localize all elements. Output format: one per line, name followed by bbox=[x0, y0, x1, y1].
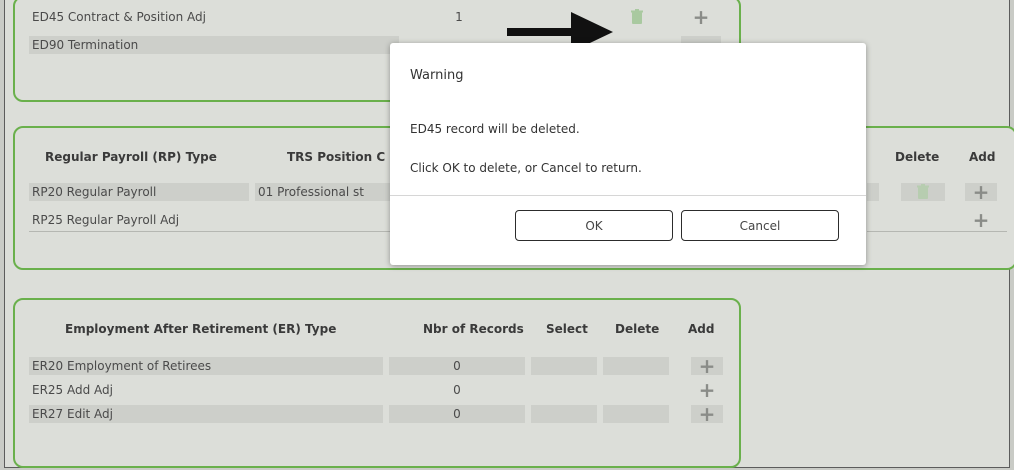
er20-type-cell: ER20 Employment of Retirees bbox=[29, 357, 383, 375]
er20-records: 0 bbox=[453, 359, 461, 373]
er20-records-cell: 0 bbox=[389, 357, 525, 375]
cancel-button[interactable]: Cancel bbox=[681, 210, 839, 241]
rp20-records-cell bbox=[867, 183, 879, 201]
er-records-header: Nbr of Records bbox=[423, 322, 524, 336]
ed45-type-cell: ED45 Contract & Position Adj bbox=[29, 8, 399, 26]
ed90-type-cell: ED90 Termination bbox=[29, 36, 399, 54]
ed45-records: 1 bbox=[455, 10, 463, 24]
ed90-label: ED90 Termination bbox=[32, 38, 139, 52]
ed45-records-cell: 1 bbox=[399, 8, 519, 26]
dialog-title: Warning bbox=[410, 68, 464, 83]
er-delete-header: Delete bbox=[615, 322, 660, 336]
ed45-add-button[interactable]: + bbox=[685, 5, 717, 29]
er25-type-cell: ER25 Add Adj bbox=[29, 381, 383, 399]
er27-label: ER27 Edit Adj bbox=[32, 407, 114, 421]
er27-type-cell: ER27 Edit Adj bbox=[29, 405, 383, 423]
er-select-header: Select bbox=[546, 322, 588, 336]
er20-select-cell[interactable] bbox=[531, 357, 597, 375]
er25-add-button[interactable]: + bbox=[691, 378, 723, 402]
ed45-delete-button[interactable] bbox=[621, 8, 653, 26]
dialog-divider bbox=[390, 195, 866, 196]
rp25-row-line bbox=[29, 231, 395, 232]
er-type-header: Employment After Retirement (ER) Type bbox=[65, 322, 337, 336]
rp20-add-button[interactable]: + bbox=[965, 180, 997, 204]
rp-delete-header: Delete bbox=[895, 150, 940, 164]
plus-icon: + bbox=[698, 378, 716, 402]
er27-records-cell: 0 bbox=[389, 405, 525, 423]
rp20-type-cell: RP20 Regular Payroll bbox=[29, 183, 249, 201]
er25-records-cell: 0 bbox=[389, 381, 525, 399]
rp20-trs: 01 Professional st bbox=[258, 185, 364, 199]
rp-type-header: Regular Payroll (RP) Type bbox=[45, 150, 217, 164]
er27-add-button[interactable]: + bbox=[691, 402, 723, 426]
rp20-trs-cell: 01 Professional st bbox=[255, 183, 395, 201]
er25-label: ER25 Add Adj bbox=[32, 383, 113, 397]
er25-records: 0 bbox=[453, 383, 461, 397]
rp20-label: RP20 Regular Payroll bbox=[32, 185, 157, 199]
ok-button[interactable]: OK bbox=[515, 210, 673, 241]
er20-label: ER20 Employment of Retirees bbox=[32, 359, 212, 373]
er20-delete-cell[interactable] bbox=[603, 357, 669, 375]
plus-icon: + bbox=[972, 180, 990, 204]
er-add-header: Add bbox=[688, 322, 715, 336]
dialog-message: ED45 record will be deleted. bbox=[410, 122, 580, 136]
rp25-type-cell: RP25 Regular Payroll Adj bbox=[29, 211, 395, 229]
trash-icon bbox=[631, 9, 643, 24]
er-panel: Employment After Retirement (ER) Type Nb… bbox=[13, 298, 741, 468]
er27-delete-cell[interactable] bbox=[603, 405, 669, 423]
trash-icon bbox=[917, 184, 929, 199]
plus-icon: + bbox=[698, 402, 716, 426]
rp-add-header: Add bbox=[969, 150, 996, 164]
rp20-delete-button[interactable] bbox=[901, 183, 945, 201]
dialog-instruction: Click OK to delete, or Cancel to return. bbox=[410, 161, 642, 175]
er27-records: 0 bbox=[453, 407, 461, 421]
plus-icon: + bbox=[692, 5, 710, 29]
ed45-label: ED45 Contract & Position Adj bbox=[32, 10, 206, 24]
plus-icon: + bbox=[972, 208, 990, 232]
er27-select-cell[interactable] bbox=[531, 405, 597, 423]
rp-trs-header: TRS Position C bbox=[287, 150, 386, 164]
rp25-add-button[interactable]: + bbox=[965, 208, 997, 232]
plus-icon: + bbox=[698, 354, 716, 378]
rp25-label: RP25 Regular Payroll Adj bbox=[32, 213, 180, 227]
er20-add-button[interactable]: + bbox=[691, 354, 723, 378]
warning-dialog: Warning ED45 record will be deleted. Cli… bbox=[390, 43, 866, 265]
